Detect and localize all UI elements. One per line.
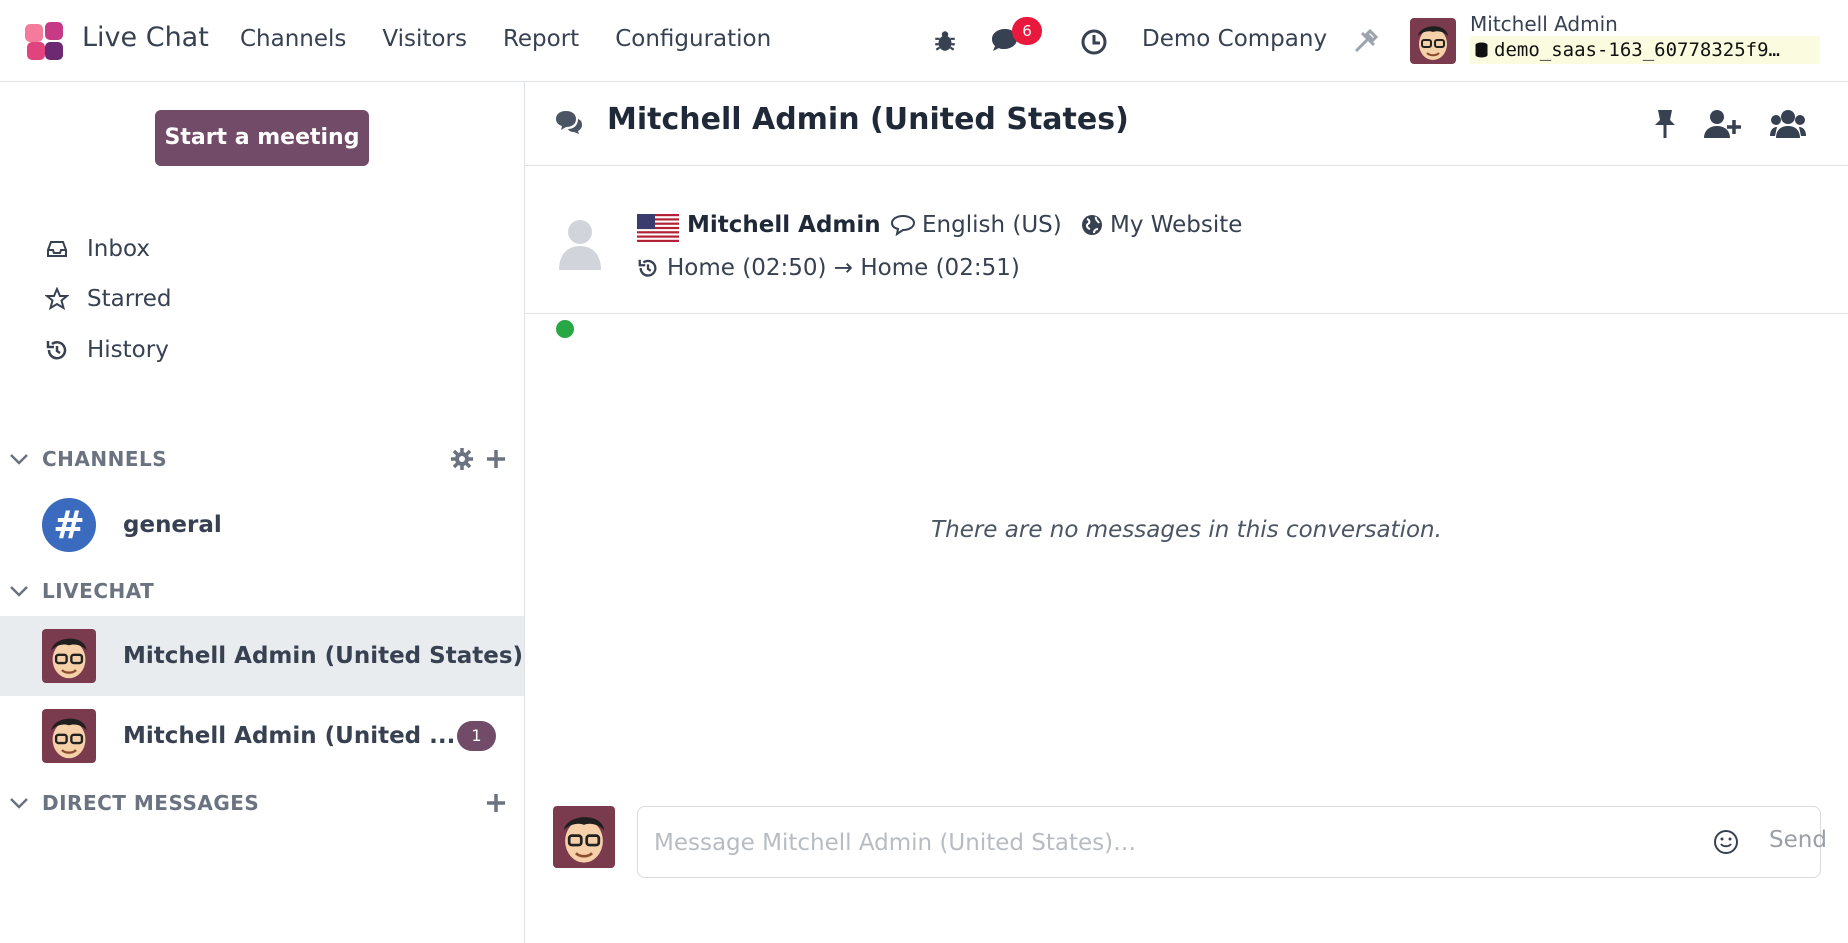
avatar [42, 709, 96, 763]
add-channel-icon[interactable] [484, 447, 508, 471]
pin-icon[interactable] [1653, 108, 1677, 140]
user-avatar[interactable] [1410, 18, 1456, 64]
livechat-label: Mitchell Admin (United States) [123, 643, 524, 669]
visitor-website: My Website [1080, 212, 1242, 238]
livechat-item[interactable]: Mitchell Admin (United ... 1 [0, 696, 524, 776]
sidebar-item-history[interactable]: History [45, 330, 169, 370]
app-title[interactable]: Live Chat [82, 22, 209, 53]
unread-badge: 1 [457, 721, 496, 751]
speech-bubble-icon [890, 214, 916, 236]
direct-messages-section-header[interactable]: DIRECT MESSAGES [8, 785, 508, 821]
messages-count-badge: 6 [1012, 17, 1042, 45]
empty-conversation-message: There are no messages in this conversati… [931, 517, 1442, 543]
livechat-item-active[interactable]: Mitchell Admin (United States) [0, 616, 524, 696]
visitor-avatar [559, 220, 601, 270]
message-composer: Send [637, 806, 1827, 878]
visitor-banner: Mitchell Admin English (US) My Website H… [525, 166, 1848, 340]
user-name[interactable]: Mitchell Admin [1470, 12, 1618, 36]
menu-visitors[interactable]: Visitors [382, 26, 467, 52]
main-menu: Channels Visitors Report Configuration [240, 26, 807, 52]
avatar [553, 806, 615, 868]
start-meeting-button[interactable]: Start a meeting [155, 110, 369, 166]
send-button[interactable]: Send [1769, 827, 1827, 853]
visitor-language: English (US) [890, 212, 1062, 238]
database-icon [1475, 42, 1488, 58]
sidebar-item-starred[interactable]: Starred [45, 279, 171, 319]
add-user-icon[interactable] [1703, 108, 1741, 140]
members-icon[interactable] [1770, 108, 1806, 140]
online-status-dot [554, 318, 576, 340]
globe-icon [1082, 215, 1102, 235]
menu-configuration[interactable]: Configuration [615, 26, 771, 52]
add-direct-message-icon[interactable] [484, 791, 508, 815]
star-icon [45, 287, 69, 311]
debug-tools-icon[interactable] [1351, 28, 1379, 56]
chevron-down-icon[interactable] [8, 448, 30, 470]
inbox-icon [47, 241, 67, 257]
livechat-section-header[interactable]: LIVECHAT [8, 573, 508, 609]
channel-label: general [123, 512, 222, 538]
channels-actions [450, 447, 508, 471]
menu-channels[interactable]: Channels [240, 26, 346, 52]
top-navbar: Live Chat Channels Visitors Report Confi… [0, 0, 1848, 82]
database-name: demo_saas-163_60778325f9… [1470, 36, 1820, 64]
channels-section-header[interactable]: CHANNELS [8, 441, 508, 477]
dm-actions [484, 791, 508, 815]
history-icon [46, 341, 67, 360]
visitor-page-history: Home (02:50) → Home (02:51) [637, 255, 1020, 281]
conversation-icon [556, 111, 582, 134]
chevron-down-icon[interactable] [8, 792, 30, 814]
avatar [42, 629, 96, 683]
channel-hash-icon: # [42, 498, 96, 552]
emoji-icon[interactable] [1713, 829, 1739, 855]
company-switcher[interactable]: Demo Company [1142, 26, 1327, 52]
thread-header: Mitchell Admin (United States) [525, 82, 1848, 166]
activity-clock-icon[interactable] [1080, 28, 1108, 56]
chevron-down-icon[interactable] [8, 580, 30, 602]
message-input[interactable] [654, 823, 1634, 863]
sidebar-item-inbox[interactable]: Inbox [45, 229, 150, 269]
channel-item-general[interactable]: # general [0, 485, 524, 565]
livechat-label: Mitchell Admin (United ... [123, 723, 456, 749]
history-icon [638, 259, 657, 277]
thread-title: Mitchell Admin (United States) [607, 102, 1129, 137]
live-chat-logo-icon[interactable] [25, 22, 65, 62]
discuss-sidebar: Start a meeting Inbox Starred History CH… [0, 82, 525, 943]
gear-icon[interactable] [450, 447, 474, 471]
thread-panel: Mitchell Admin (United States) Mitchell … [525, 82, 1848, 943]
menu-report[interactable]: Report [503, 26, 579, 52]
visitor-name: Mitchell Admin [687, 212, 881, 238]
bug-icon[interactable] [932, 28, 958, 54]
us-flag-icon [637, 214, 679, 242]
